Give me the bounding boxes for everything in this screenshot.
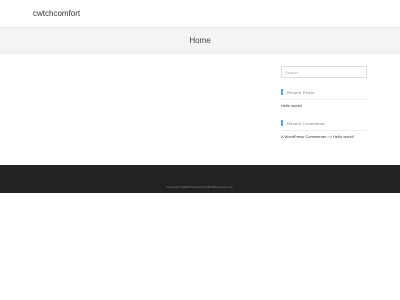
footer-copyright: Copyright ©2023 Powered by WordPress.com… bbox=[166, 185, 234, 189]
site-header: cwtchcomfort bbox=[0, 0, 400, 27]
site-footer: Copyright ©2023 Powered by WordPress.com… bbox=[0, 165, 400, 193]
recent-posts-list: Hello world! bbox=[281, 103, 367, 109]
page-title-banner: Home bbox=[0, 27, 400, 54]
recent-comments-heading-label: Recent Comments bbox=[287, 120, 325, 126]
sidebar: Recent Posts Hello world! Recent Comment… bbox=[281, 66, 367, 140]
page-title: Home bbox=[189, 36, 211, 45]
divider bbox=[281, 130, 367, 131]
recent-post-link[interactable]: Hello world! bbox=[281, 103, 302, 108]
recent-comments-widget: Recent Comments A WordPress Commenter on… bbox=[281, 119, 367, 140]
list-item: Hello world! bbox=[281, 103, 367, 109]
comment-author-link[interactable]: A WordPress Commenter bbox=[281, 134, 326, 139]
main-content-area bbox=[33, 62, 271, 156]
comment-post-link[interactable]: Hello world! bbox=[333, 134, 354, 139]
divider bbox=[281, 99, 367, 100]
site-title[interactable]: cwtchcomfort bbox=[33, 9, 80, 18]
search-input[interactable] bbox=[281, 66, 367, 78]
list-item: A WordPress Commenter on Hello world! bbox=[281, 134, 367, 140]
recent-posts-widget: Recent Posts Hello world! bbox=[281, 88, 367, 109]
recent-comments-heading: Recent Comments bbox=[281, 119, 367, 127]
heading-marker-icon bbox=[281, 89, 283, 95]
recent-posts-heading: Recent Posts bbox=[281, 88, 367, 96]
heading-marker-icon bbox=[281, 120, 283, 126]
comment-on-text: on bbox=[327, 134, 332, 139]
recent-comments-list: A WordPress Commenter on Hello world! bbox=[281, 134, 367, 140]
recent-posts-heading-label: Recent Posts bbox=[287, 89, 315, 95]
